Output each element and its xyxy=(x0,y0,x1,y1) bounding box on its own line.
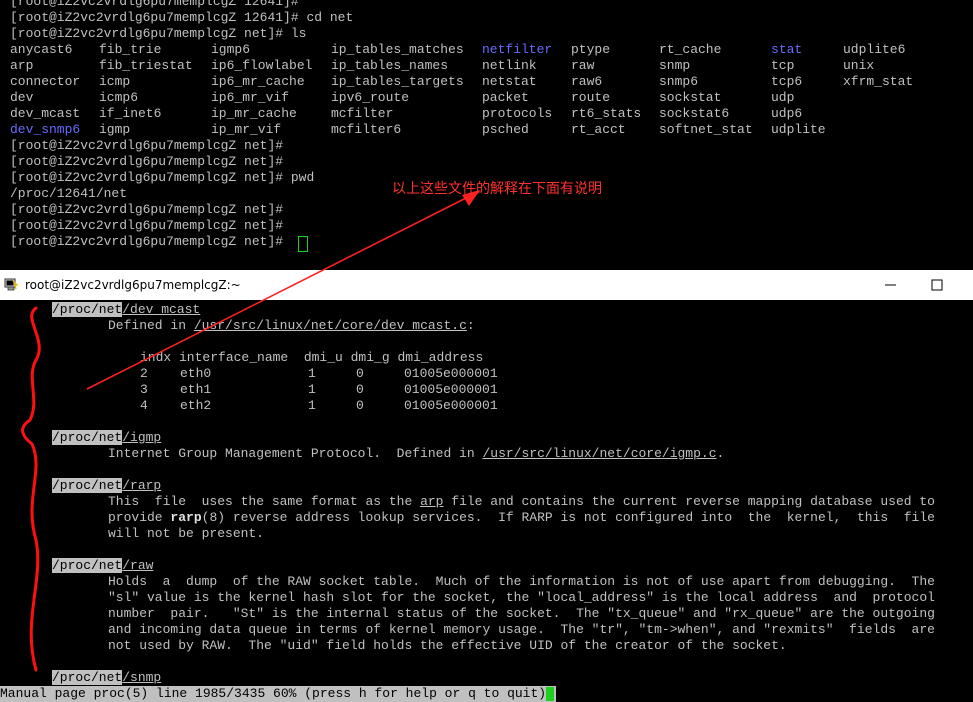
annotation-note: 以上这些文件的解释在下面有说明 xyxy=(392,181,602,197)
annotation-arrow-line xyxy=(86,195,471,390)
annotation-brace xyxy=(21,306,41,672)
annotation-overlay xyxy=(21,190,480,672)
